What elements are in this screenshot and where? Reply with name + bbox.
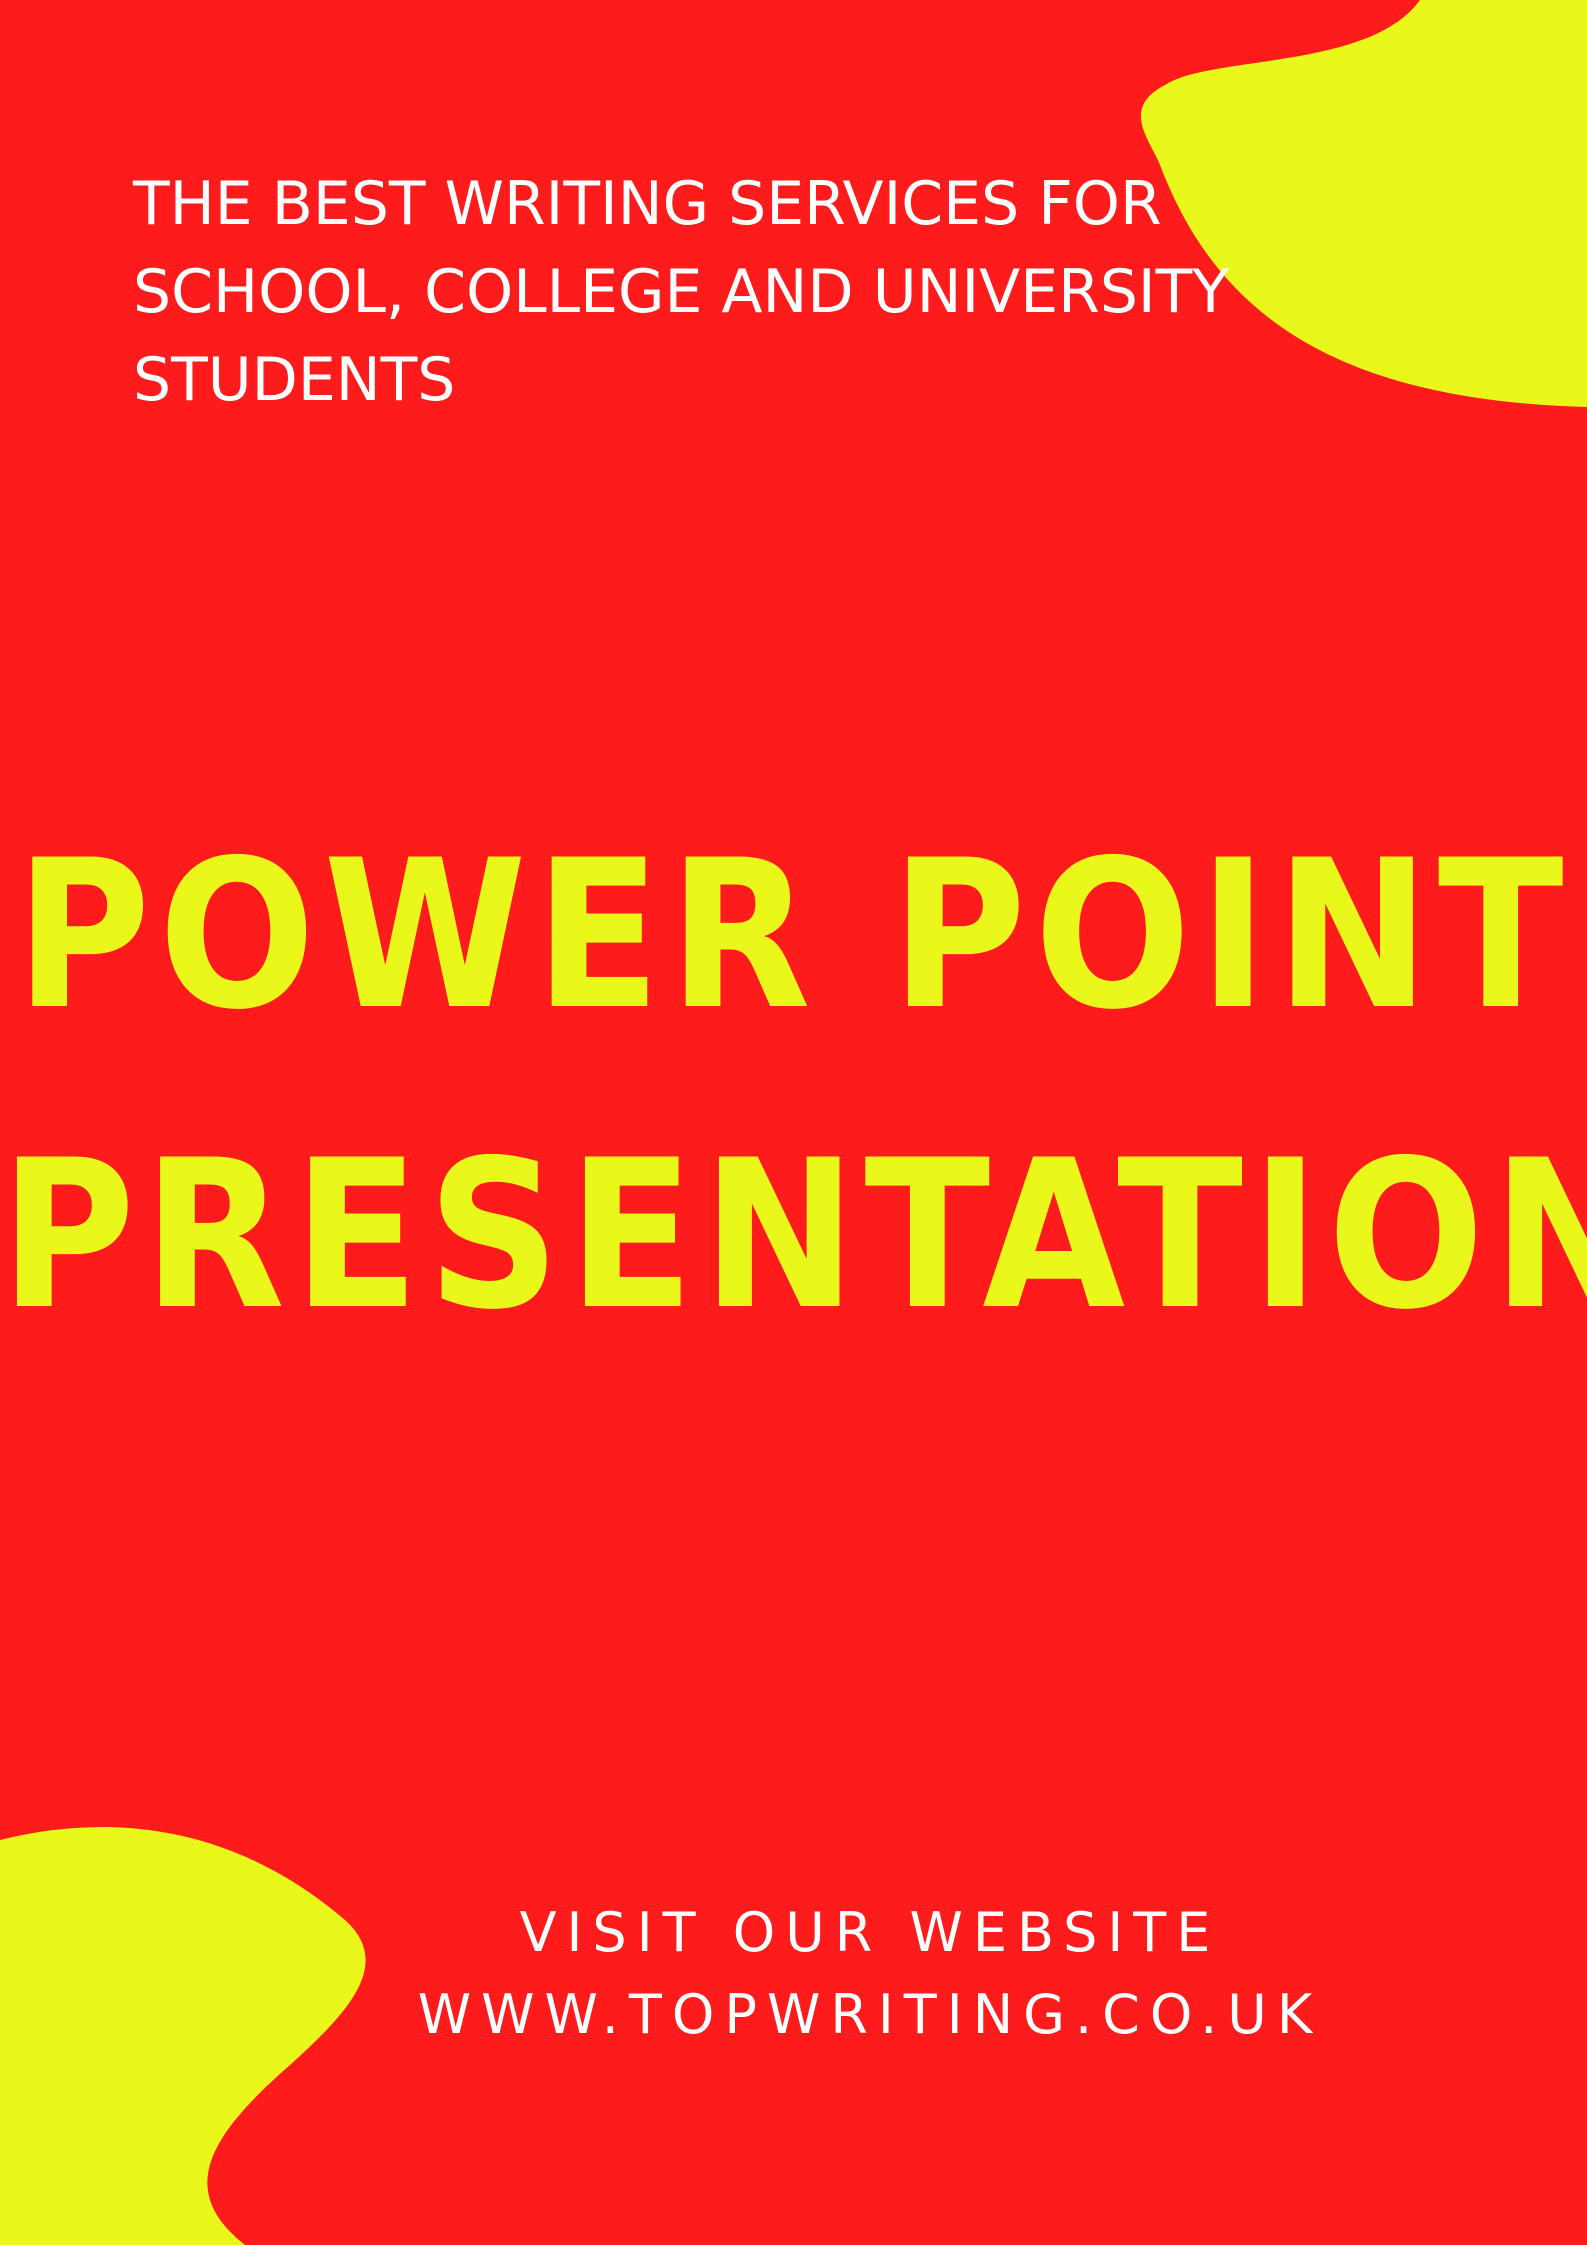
website-url: WWW.TOPWRITING.CO.UK <box>417 1983 1323 2046</box>
tagline-line-1: THE BEST WRITING SERVICES FOR <box>133 169 1162 239</box>
tagline-line-3: STUDENTS <box>133 345 456 415</box>
poster: THE BEST WRITING SERVICES FOR SCHOOL, CO… <box>0 0 1587 2245</box>
tagline-line-2: SCHOOL, COLLEGE AND UNIVERSITY <box>133 257 1229 327</box>
headline-line-2: PRESENTATION <box>0 1117 1587 1355</box>
tagline: THE BEST WRITING SERVICES FOR SCHOOL, CO… <box>133 160 1283 424</box>
decorative-blob-bottom-left <box>0 1826 366 2245</box>
visit-website-text: VISIT OUR WEBSITE <box>519 1901 1221 1964</box>
headline-line-1: POWER POINT <box>15 817 1572 1055</box>
